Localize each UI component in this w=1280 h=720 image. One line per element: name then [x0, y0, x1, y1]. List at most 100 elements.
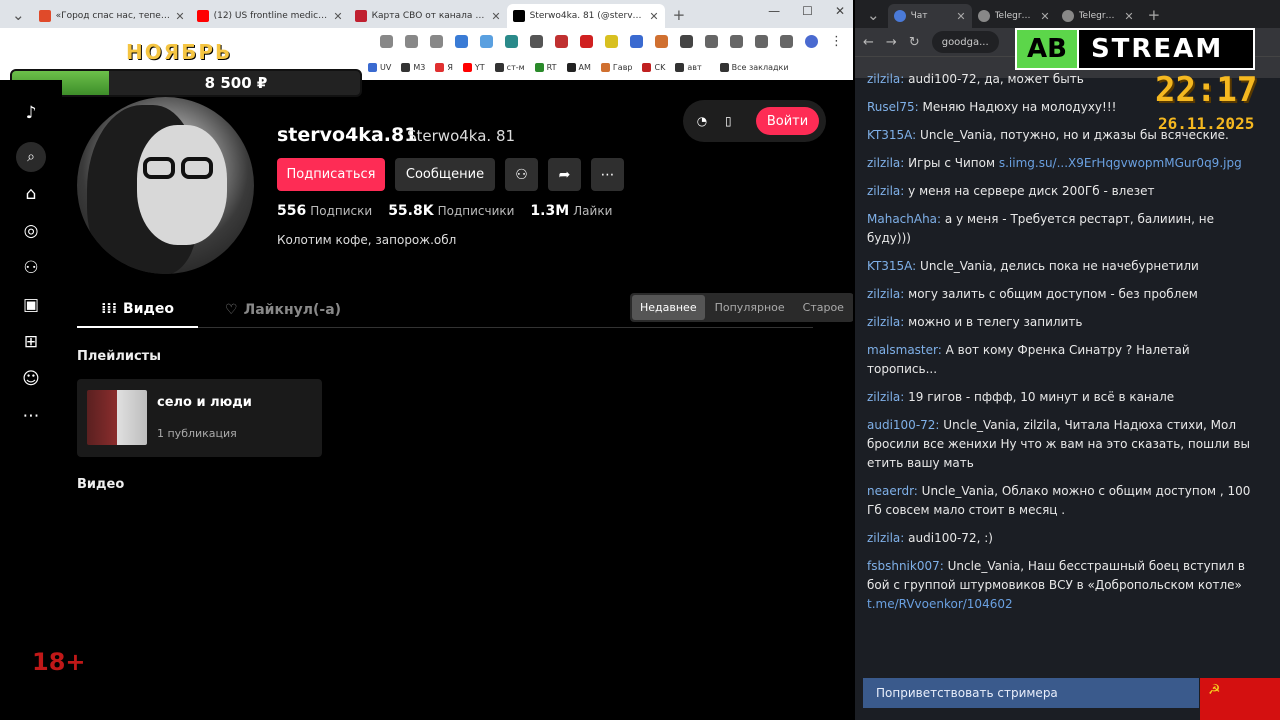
chat-username[interactable]: zilzila: [867, 390, 904, 404]
bookmark[interactable]: Гавр [600, 62, 632, 72]
bookmark[interactable]: AM [566, 62, 591, 72]
extension-icon[interactable] [580, 34, 593, 48]
close-window-icon[interactable]: ✕ [835, 4, 845, 18]
chat-text: Uncle_Vania, делись пока не начебурнетил… [916, 259, 1199, 273]
extension-icon[interactable] [630, 34, 643, 48]
key-icon[interactable] [730, 34, 743, 48]
bookmark[interactable]: Я [435, 62, 453, 72]
chat-link[interactable]: s.iimg.su/...X9ErHqgvwopmMGur0q9.jpg [999, 156, 1242, 170]
chat-username[interactable]: zilzila: [867, 156, 904, 170]
bookmark-folder[interactable]: авт [675, 62, 702, 72]
browser-tab-active[interactable]: Sterwo4ka. 81 (@stervo4ka.81)✕ [506, 4, 665, 28]
translate-icon[interactable] [380, 34, 393, 48]
extension-icon[interactable] [505, 34, 518, 48]
chat-username[interactable]: zilzila: [867, 184, 904, 198]
extension-icon[interactable] [530, 34, 543, 48]
link-icon[interactable] [755, 34, 768, 48]
reload-icon[interactable]: ↻ [909, 35, 920, 50]
close-icon[interactable]: ✕ [491, 10, 500, 23]
all-bookmarks[interactable]: Все закладки [719, 62, 789, 72]
bookmark[interactable]: UV [368, 62, 391, 72]
youtube-icon [196, 10, 209, 22]
close-icon[interactable]: ✕ [649, 10, 658, 23]
message-button[interactable]: Сообщение [395, 158, 495, 191]
chat-username[interactable]: zilzila: [867, 72, 904, 86]
chat-username[interactable]: zilzila: [867, 531, 904, 545]
tab-menu-icon[interactable]: ⌄ [859, 4, 888, 28]
extension-icon[interactable] [455, 34, 468, 48]
chat-username[interactable]: neaerdr: [867, 484, 918, 498]
follow-button[interactable]: Подписаться [277, 158, 385, 191]
following-icon[interactable]: ⚇ [0, 249, 62, 286]
chat-username[interactable]: zilzila: [867, 287, 904, 301]
profile-avatar-icon[interactable] [805, 34, 818, 48]
stat-following[interactable]: 556 Подписки [277, 203, 372, 219]
tab-videos[interactable]: ⁞⁞⁞ Видео [77, 292, 198, 328]
extension-icon[interactable] [555, 34, 568, 48]
profile-icon[interactable]: ☺ [0, 360, 62, 397]
close-icon[interactable]: ✕ [175, 10, 184, 23]
chat-username[interactable]: fsbshnik007: [867, 559, 944, 573]
zoom-icon[interactable] [405, 34, 418, 48]
chat-username[interactable]: malsmaster: [867, 343, 942, 357]
upload-icon[interactable]: ⊞ [0, 323, 62, 360]
tiktok-logo-icon[interactable]: ♪ [0, 88, 62, 138]
stat-followers[interactable]: 55.8K Подписчики [388, 203, 514, 219]
bookmark[interactable]: RT [534, 62, 557, 72]
share-icon[interactable]: ➦ [548, 158, 581, 191]
tab-liked[interactable]: ♡ Лайкнул(-а) [225, 292, 341, 328]
back-icon[interactable]: ← [863, 35, 874, 50]
minimize-icon[interactable]: — [768, 4, 780, 18]
bookmark[interactable]: CK [642, 62, 665, 72]
close-icon[interactable]: ✕ [1040, 10, 1049, 23]
chat-username[interactable]: audi100-72: [867, 418, 939, 432]
bookmark[interactable]: YT [462, 62, 485, 72]
browser-tab[interactable]: Telegram ✕ [972, 4, 1056, 28]
chat-username[interactable]: KT315A: [867, 259, 916, 273]
maximize-icon[interactable]: ☐ [802, 4, 813, 18]
chat-username[interactable]: zilzila: [867, 315, 904, 329]
address-bar[interactable]: goodga... [931, 31, 999, 53]
more-icon[interactable]: ⋯ [0, 397, 62, 434]
browser-tab[interactable]: «Город спас нас, теперь мы б✕ [33, 4, 191, 28]
puzzle-icon[interactable] [705, 34, 718, 48]
extension-icon[interactable] [680, 34, 693, 48]
browser-tab[interactable]: Telegram ✕ [1056, 4, 1140, 28]
more-options-icon[interactable]: ⋯ [591, 158, 624, 191]
chat-username[interactable]: KT315A: [867, 128, 916, 142]
sort-oldest[interactable]: Старое [795, 295, 852, 320]
sort-popular[interactable]: Популярное [707, 295, 793, 320]
coin-icon[interactable]: ◔ [691, 110, 713, 132]
live-icon[interactable]: ▣ [0, 286, 62, 323]
extension-icon[interactable] [780, 34, 793, 48]
close-icon[interactable]: ✕ [333, 10, 342, 23]
star-icon[interactable] [430, 34, 443, 48]
playlist-card[interactable]: село и люди 1 публикация [77, 379, 322, 457]
bookmark-folder[interactable]: M3 [401, 62, 425, 72]
browser-tab[interactable]: (12) US frontline medic in Ukrai✕ [191, 4, 349, 28]
browser-tab-active[interactable]: Чат ✕ [887, 4, 972, 28]
chat-link[interactable]: t.me/RVvoenkor/104602 [867, 597, 1013, 611]
chat-username[interactable]: MahachAha: [867, 212, 941, 226]
login-button[interactable]: Войти [756, 107, 819, 135]
search-icon[interactable]: ⌕ [0, 138, 62, 175]
new-tab-button[interactable]: + [665, 4, 694, 28]
browser-tab[interactable]: Карта СВО от канала DIVGEN✕ [349, 4, 507, 28]
mobile-icon[interactable]: ▯ [725, 114, 732, 128]
tab-menu-icon[interactable]: ⌄ [4, 4, 33, 28]
greet-streamer-button[interactable]: Поприветствовать стримера [863, 678, 1199, 708]
home-icon[interactable]: ⌂ [0, 175, 62, 212]
menu-icon[interactable]: ⋮ [830, 34, 843, 49]
explore-icon[interactable]: ◎ [0, 212, 62, 249]
add-friend-icon[interactable]: ⚇ [505, 158, 538, 191]
extension-icon[interactable] [480, 34, 493, 48]
bookmark-folder[interactable]: ст-м [494, 62, 525, 72]
new-tab-button[interactable]: + [1140, 4, 1169, 28]
extension-icon[interactable] [655, 34, 668, 48]
close-icon[interactable]: ✕ [956, 10, 965, 23]
extension-icon[interactable] [605, 34, 618, 48]
forward-icon[interactable]: → [886, 35, 897, 50]
sort-recent[interactable]: Недавнее [632, 295, 705, 320]
chat-username[interactable]: Rusel75: [867, 100, 919, 114]
close-icon[interactable]: ✕ [1124, 10, 1133, 23]
